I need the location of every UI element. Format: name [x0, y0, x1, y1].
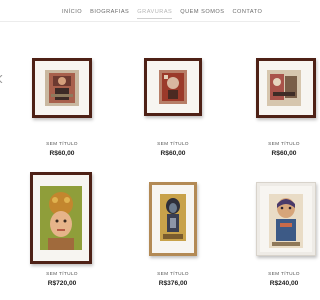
passe-partout: [259, 61, 313, 115]
nav-item-contato[interactable]: CONTATO: [232, 9, 262, 19]
framed-artwork[interactable]: [256, 58, 316, 118]
nav-item-inicio[interactable]: INÍCIO: [62, 9, 82, 19]
product-title: SEM TÍTULO: [268, 142, 300, 147]
framed-artwork[interactable]: [149, 182, 197, 256]
passe-partout: [147, 61, 199, 113]
nav-divider: [0, 21, 300, 22]
product-title: SEM TÍTULO: [46, 142, 78, 147]
nav-item-gravuras[interactable]: GRAVURAS: [137, 9, 173, 19]
artwork-image: [267, 70, 301, 106]
passe-partout: [33, 175, 89, 261]
product-title: SEM TÍTULO: [268, 272, 300, 277]
product-price: R$376,00: [158, 280, 188, 287]
framed-artwork[interactable]: [256, 182, 316, 256]
product-price: R$60,00: [49, 150, 75, 157]
nav-item-biografias[interactable]: BIOGRAFIAS: [90, 9, 129, 19]
framed-artwork[interactable]: [32, 58, 92, 118]
framed-artwork[interactable]: [144, 58, 202, 116]
artwork-image: [269, 194, 303, 248]
top-navigation: INÍCIO BIOGRAFIAS GRAVURAS QUEM SOMOS CO…: [0, 0, 300, 22]
product-price: R$720,00: [47, 280, 77, 287]
framed-artwork[interactable]: [30, 172, 92, 264]
artwork-image: [159, 70, 187, 104]
product-price: R$240,00: [269, 280, 299, 287]
previous-arrow-icon[interactable]: [0, 70, 3, 84]
artwork-image: [45, 70, 79, 106]
passe-partout: [152, 185, 194, 253]
product-price: R$60,00: [271, 150, 297, 157]
product-price: R$60,00: [160, 150, 186, 157]
artwork-image: [160, 194, 186, 241]
passe-partout: [35, 61, 89, 115]
nav-item-quem-somos[interactable]: QUEM SOMOS: [180, 9, 224, 19]
product-title: SEM TÍTULO: [157, 142, 189, 147]
product-title: SEM TÍTULO: [157, 272, 189, 277]
product-title: SEM TÍTULO: [46, 272, 78, 277]
artwork-image: [40, 186, 82, 250]
passe-partout: [260, 186, 312, 252]
nav-menu: INÍCIO BIOGRAFIAS GRAVURAS QUEM SOMOS CO…: [62, 9, 262, 19]
